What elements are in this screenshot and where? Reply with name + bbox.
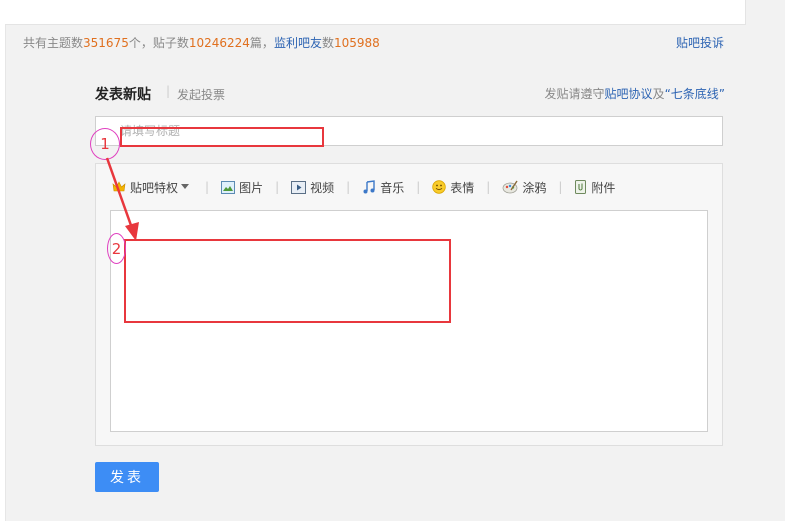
tieba-agreement-link[interactable]: 贴吧协议 <box>605 87 653 101</box>
toolbar-image-label: 图片 <box>239 180 264 195</box>
posts-unit: 篇， <box>249 36 274 50</box>
toolbar-emoji[interactable]: 表情 <box>432 179 474 196</box>
title-input[interactable] <box>95 116 723 146</box>
toolbar-video-label: 视频 <box>310 180 335 195</box>
members-count: 105988 <box>333 36 380 50</box>
toolbar-video[interactable]: 视频 <box>291 179 334 196</box>
notice-prefix: 发贴请遵守 <box>544 87 605 101</box>
toolbar-emoji-label: 表情 <box>450 180 475 195</box>
toolbar-attachment[interactable]: 附件 <box>574 179 615 196</box>
toolbar-privilege[interactable]: 贴吧特权 <box>112 179 193 196</box>
posting-rules-notice: 发贴请遵守贴吧协议及“七条底线” <box>545 85 725 102</box>
posts-count: 10246224 <box>188 36 250 50</box>
top-bar <box>5 0 746 25</box>
video-icon <box>291 180 307 194</box>
toolbar-privilege-label: 贴吧特权 <box>130 180 179 195</box>
attachment-icon <box>575 180 587 194</box>
smiley-icon <box>432 180 446 194</box>
tab-divider: | <box>166 84 171 98</box>
members-unit: 数 <box>321 36 334 50</box>
seven-bottom-lines-link[interactable]: “七条底线” <box>665 87 725 101</box>
toolbar-doodle[interactable]: 涂鸦 <box>502 179 546 196</box>
post-content-editor[interactable] <box>110 210 708 432</box>
toolbar-divider: | <box>558 180 563 194</box>
toolbar-attachment-label: 附件 <box>591 180 616 195</box>
members-link[interactable]: 监利吧友 <box>274 36 322 50</box>
toolbar-image[interactable]: 图片 <box>221 179 263 196</box>
crown-icon <box>112 181 126 192</box>
toolbar-divider: | <box>486 180 491 194</box>
toolbar-divider: | <box>346 180 351 194</box>
music-note-icon <box>363 180 375 194</box>
forum-stats: 共有主题数351675个，贴子数10246224篇，监利吧友数105988 <box>23 34 380 51</box>
topics-unit: 个，贴子数 <box>128 36 189 50</box>
topics-count: 351675 <box>83 36 129 50</box>
topics-label: 共有主题数 <box>23 36 84 50</box>
toolbar-doodle-label: 涂鸦 <box>522 180 547 195</box>
chevron-down-icon <box>181 184 190 189</box>
image-icon <box>221 180 236 194</box>
toolbar-music-label: 音乐 <box>380 180 405 195</box>
tab-new-post[interactable]: 发表新贴 <box>95 84 151 104</box>
paint-palette-icon <box>502 180 518 194</box>
notice-mid: 及 <box>652 87 665 101</box>
toolbar-divider: | <box>205 180 210 194</box>
toolbar-music[interactable]: 音乐 <box>362 179 404 196</box>
editor-toolbar: 贴吧特权 | 图片 | 视频 | 音乐 | 表情 | 涂鸦 | 附件 <box>112 178 615 196</box>
complaint-link[interactable]: 贴吧投诉 <box>676 34 724 51</box>
editor-panel: 贴吧特权 | 图片 | 视频 | 音乐 | 表情 | 涂鸦 | 附件 <box>95 163 723 446</box>
toolbar-divider: | <box>416 180 421 194</box>
tab-start-vote[interactable]: 发起投票 <box>177 86 225 103</box>
toolbar-divider: | <box>275 180 280 194</box>
submit-post-button[interactable]: 发表 <box>95 462 159 492</box>
